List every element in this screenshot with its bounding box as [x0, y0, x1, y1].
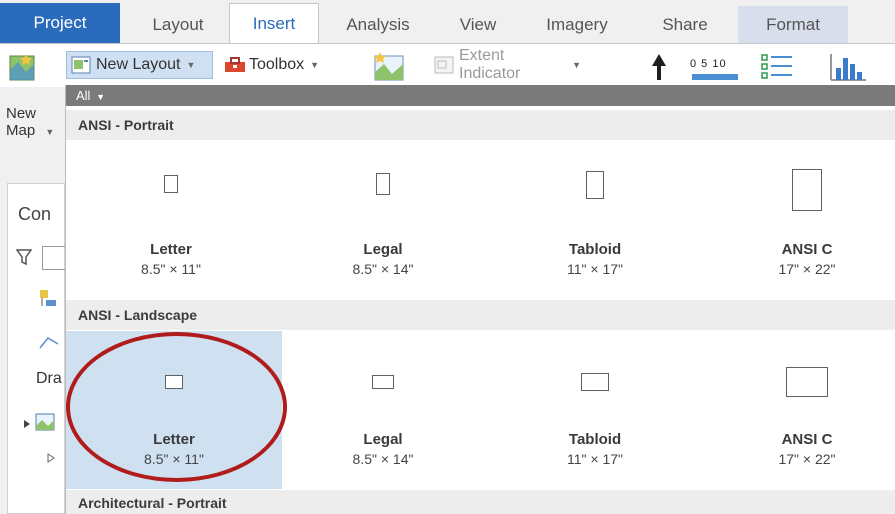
- gallery-filter-label: All: [76, 88, 91, 103]
- toolbox-button[interactable]: Toolbox ▼: [220, 51, 332, 79]
- layout-name: ANSI C: [781, 431, 833, 448]
- expand-icon[interactable]: [42, 448, 62, 468]
- map-frame-icon[interactable]: [372, 50, 406, 82]
- layout-name: Tabloid: [568, 241, 622, 258]
- toolbox-icon: [224, 56, 245, 74]
- chart-icon[interactable]: [828, 52, 868, 82]
- scale-bar-icon[interactable]: 0 5 10: [690, 54, 740, 84]
- page-landscape-icon: [581, 373, 609, 391]
- layout-name: Letter: [153, 431, 195, 448]
- page-landscape-icon: [786, 367, 828, 397]
- layout-size: 8.5" × 11": [141, 261, 201, 277]
- page-landscape-icon: [372, 375, 394, 389]
- toolbox-label: Toolbox: [249, 56, 305, 73]
- tab-project[interactable]: Project: [0, 3, 120, 43]
- layout-name: ANSI C: [781, 241, 833, 258]
- layout-ansi-c-landscape[interactable]: ANSI C 17" × 22": [702, 331, 895, 489]
- tab-imagery[interactable]: Imagery: [527, 6, 627, 43]
- layout-name: Letter: [150, 241, 192, 258]
- gallery-filter[interactable]: All ▼: [66, 85, 895, 106]
- page-landscape-icon: [165, 375, 183, 389]
- extent-indicator-icon: [434, 56, 454, 74]
- insert-ribbon: New Layout ▼ Toolbox ▼ Extent Indicator …: [0, 43, 895, 87]
- tab-share[interactable]: Share: [640, 6, 730, 43]
- tab-layout[interactable]: Layout: [128, 6, 228, 43]
- extent-indicator-label: Extent Indicator: [459, 47, 521, 82]
- layout-size: 17" × 22": [778, 451, 836, 467]
- layout-name: Tabloid: [568, 431, 622, 448]
- layout-size: 17" × 22": [778, 261, 836, 277]
- page-portrait-icon: [586, 171, 604, 199]
- drawing-order-label: Dra: [36, 370, 62, 387]
- legend-icon[interactable]: [760, 52, 796, 82]
- scale-bar-numbers: 0 5 10: [690, 58, 727, 70]
- page-portrait-icon: [376, 173, 390, 195]
- line-feature-icon: [39, 337, 59, 349]
- tab-view[interactable]: View: [438, 6, 518, 43]
- chevron-down-icon: ▼: [186, 60, 196, 70]
- search-input[interactable]: [42, 246, 66, 270]
- page-portrait-icon: [164, 175, 178, 193]
- new-layout-button[interactable]: New Layout ▼: [66, 51, 213, 79]
- north-arrow-icon[interactable]: [648, 52, 670, 82]
- tab-analysis[interactable]: Analysis: [328, 6, 428, 43]
- ansi-portrait-row: Letter 8.5" × 11" Legal 8.5" × 14" Tablo…: [66, 141, 895, 299]
- chevron-down-icon: ▼: [45, 127, 55, 137]
- new-map-icon[interactable]: [8, 52, 38, 84]
- filter-icon[interactable]: [16, 248, 32, 266]
- map-tree-item[interactable]: [22, 412, 62, 432]
- new-map-button[interactable]: New Map ▼: [6, 105, 54, 141]
- layout-size: 8.5" × 14": [352, 451, 414, 467]
- layout-letter-landscape[interactable]: Letter 8.5" × 11": [66, 331, 282, 489]
- drawing-order-icon[interactable]: [38, 288, 60, 310]
- extent-indicator-button[interactable]: Extent Indicator ▼: [430, 47, 585, 82]
- chevron-down-icon: ▼: [572, 60, 581, 70]
- layout-size: 8.5" × 11": [144, 451, 204, 467]
- layout-legal-landscape[interactable]: Legal 8.5" × 14": [278, 331, 488, 489]
- ribbon-tab-bar: Project Layout Insert Analysis View Imag…: [0, 0, 895, 44]
- page-portrait-icon: [792, 169, 822, 211]
- chevron-down-icon: ▼: [96, 92, 105, 102]
- new-map-label: New Map: [6, 105, 37, 139]
- layout-size: 11" × 17": [567, 261, 623, 277]
- layout-ansi-c-portrait[interactable]: ANSI C 17" × 22": [702, 141, 895, 299]
- section-ansi-portrait: ANSI - Portrait: [66, 110, 895, 140]
- layout-size: 8.5" × 14": [352, 261, 414, 277]
- contents-title: Con: [18, 204, 52, 224]
- chevron-down-icon: ▼: [310, 60, 320, 70]
- new-layout-gallery: All ▼ ANSI - Portrait Letter 8.5" × 11" …: [65, 85, 895, 514]
- tab-insert[interactable]: Insert: [229, 3, 319, 44]
- left-panel: New Map ▼ Con Dra: [0, 87, 66, 514]
- layout-name: Legal: [363, 431, 403, 448]
- new-layout-label: New Layout: [96, 56, 181, 73]
- layout-name: Legal: [363, 241, 403, 258]
- layout-legal-portrait[interactable]: Legal 8.5" × 14": [278, 141, 488, 299]
- contents-pane: Con Dra: [7, 183, 66, 514]
- ansi-landscape-row: Letter 8.5" × 11" Legal 8.5" × 14" Tablo…: [66, 331, 895, 489]
- layout-size: 11" × 17": [567, 451, 623, 467]
- section-ansi-landscape: ANSI - Landscape: [66, 300, 895, 330]
- layout-icon: [71, 56, 91, 74]
- tab-format[interactable]: Format: [738, 6, 848, 43]
- layout-letter-portrait[interactable]: Letter 8.5" × 11": [66, 141, 276, 299]
- section-architectural-portrait: Architectural - Portrait: [66, 490, 895, 514]
- layout-tabloid-landscape[interactable]: Tabloid 11" × 17": [490, 331, 700, 489]
- layout-tabloid-portrait[interactable]: Tabloid 11" × 17": [490, 141, 700, 299]
